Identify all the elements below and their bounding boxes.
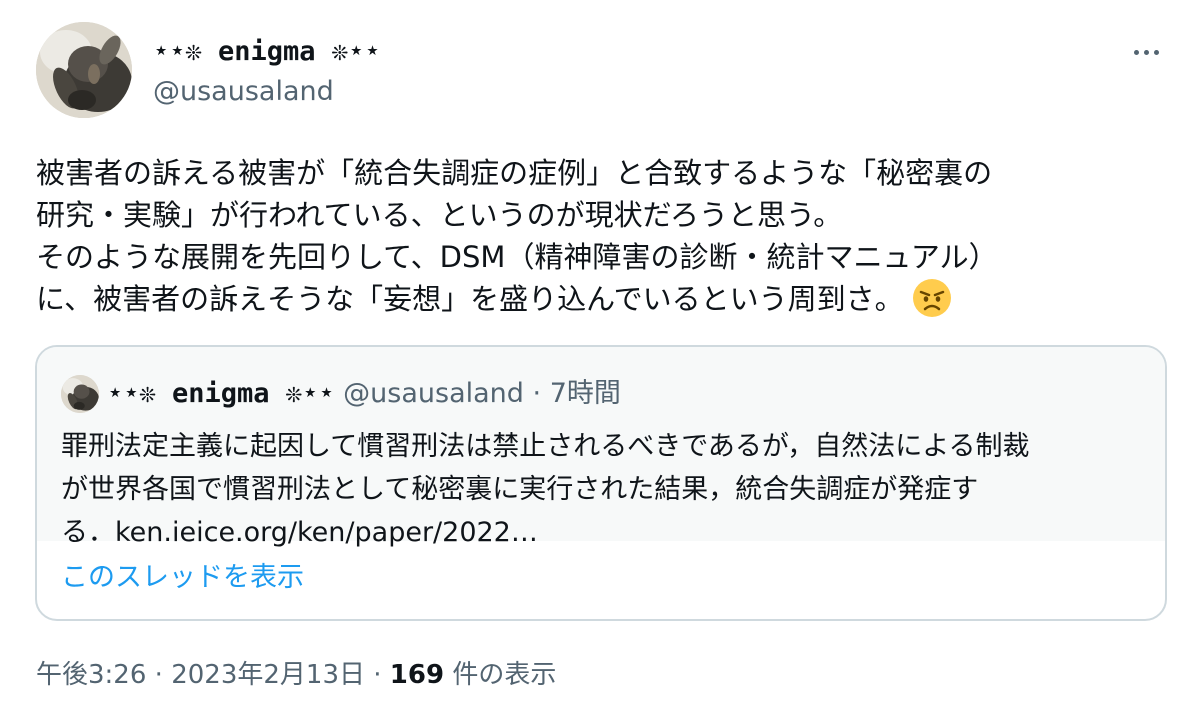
angry-face-icon bbox=[912, 279, 951, 317]
rabbit-avatar-image bbox=[61, 375, 99, 413]
quoted-author-handle: @usausaland bbox=[343, 378, 524, 409]
quoted-tweet[interactable]: ⋆⋆❊ enigma ❊⋆⋆ @usausaland · 7時間 罪刑法定主義に… bbox=[35, 345, 1167, 621]
tweet-text-line: そのような展開を先回りして、DSM（精神障害の診断・統計マニュアル） bbox=[36, 240, 998, 274]
author-name[interactable]: ⋆⋆❊ enigma ❊⋆⋆ bbox=[153, 36, 381, 67]
tweet-time[interactable]: 午後3:26 bbox=[36, 660, 146, 690]
rabbit-avatar-image bbox=[36, 22, 132, 118]
tweet-date[interactable]: 2023年2月13日 bbox=[171, 660, 365, 690]
more-options-icon[interactable] bbox=[1126, 40, 1166, 64]
author-handle[interactable]: @usausaland bbox=[153, 76, 334, 107]
quoted-text-line: る．ken.ieice.org/ken/paper/2022… bbox=[61, 517, 538, 548]
tweet-header: ⋆⋆❊ enigma ❊⋆⋆ @usausaland bbox=[36, 22, 1166, 122]
quoted-tweet-text: 罪刑法定主義に起因して慣習刑法は禁止されるべきであるが，自然法による制裁 が世界… bbox=[61, 425, 1151, 554]
tweet-text-line: 研究・実験」が行われている、というのが現状だろうと思う。 bbox=[36, 198, 843, 232]
tweet-text-line: に、被害者の訴えそうな「妄想」を盛り込んでいるという周到さ。 bbox=[36, 278, 1166, 320]
tweet-text-line: 被害者の訴える被害が「統合失調症の症例」と合致するような「秘密裏の bbox=[36, 156, 993, 190]
tweet-meta: 午後3:26 · 2023年2月13日 · 169 件の表示 bbox=[36, 654, 556, 691]
quoted-tweet-header: ⋆⋆❊ enigma ❊⋆⋆ @usausaland · 7時間 bbox=[107, 377, 621, 411]
quoted-tweet-time: 7時間 bbox=[549, 378, 621, 409]
quoted-text-line: が世界各国で慣習刑法として秘密裏に実行された結果，統合失調症が発症す bbox=[61, 474, 979, 505]
views-count: 169 bbox=[389, 660, 445, 690]
tweet-text: 被害者の訴える被害が「統合失調症の症例」と合致するような「秘密裏の 研究・実験」… bbox=[36, 152, 1166, 320]
quoted-tweet-body[interactable]: ⋆⋆❊ enigma ❊⋆⋆ @usausaland · 7時間 罪刑法定主義に… bbox=[37, 347, 1165, 548]
separator-dot: · bbox=[373, 660, 382, 690]
quoted-author-name: ⋆⋆❊ enigma ❊⋆⋆ bbox=[107, 378, 335, 409]
show-thread-link[interactable]: このスレッドを表示 bbox=[61, 555, 304, 594]
separator-dot: · bbox=[532, 378, 542, 409]
quoted-text-line: 罪刑法定主義に起因して慣習刑法は禁止されるべきであるが，自然法による制裁 bbox=[61, 431, 1030, 462]
author-avatar[interactable] bbox=[36, 22, 132, 118]
tweet-text-line-4: に、被害者の訴えそうな「妄想」を盛り込んでいるという周到さ。 bbox=[36, 282, 904, 316]
separator-dot: · bbox=[154, 660, 163, 690]
views-label: 件の表示 bbox=[452, 660, 557, 690]
quoted-author-avatar bbox=[61, 375, 99, 413]
